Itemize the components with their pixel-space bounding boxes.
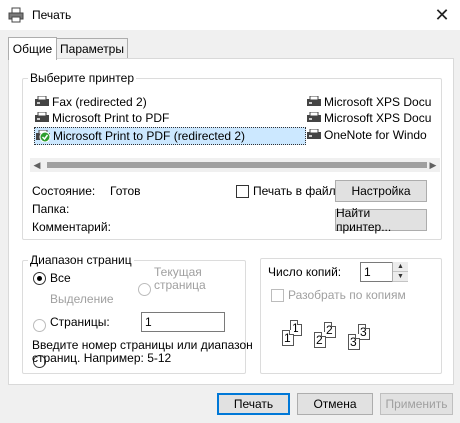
printer-name: Microsoft Print to PDF: [52, 111, 170, 125]
printer-icon: [306, 95, 322, 108]
scrollbar-thumb[interactable]: [47, 162, 427, 168]
spin-down-icon[interactable]: ▼: [393, 272, 408, 282]
printer-icon: [8, 7, 24, 23]
tab-parameters[interactable]: Параметры: [56, 38, 128, 59]
scroll-left-icon[interactable]: ◀: [30, 158, 44, 172]
printer-icon: [306, 128, 322, 141]
status-value: Готов: [110, 184, 141, 198]
printer-name: OneNote for Windo: [324, 128, 427, 142]
apply-button[interactable]: Применить: [380, 393, 453, 415]
printer-group-legend: Выберите принтер: [28, 71, 136, 85]
current-page-label-line2: страница: [154, 278, 206, 292]
printer-item-pdf[interactable]: Microsoft Print to PDF: [34, 110, 306, 126]
page-range-hint-line2: страниц. Например: 5-12: [32, 351, 172, 365]
settings-button[interactable]: Настройка: [335, 180, 427, 202]
find-printer-button[interactable]: Найти принтер...: [335, 206, 427, 234]
print-to-file-label: Печать в файл: [253, 184, 336, 198]
tab-general[interactable]: Общие: [8, 37, 57, 60]
status-label: Состояние:: [32, 184, 96, 198]
printer-icon: [306, 111, 322, 124]
cancel-button[interactable]: Отмена: [297, 393, 373, 415]
tab-label: Параметры: [60, 42, 124, 56]
selection-radio[interactable]: [33, 319, 46, 332]
close-icon: ✕: [434, 4, 450, 25]
title-bar: Печать ✕: [0, 0, 460, 30]
collate-checkbox[interactable]: [271, 289, 284, 302]
page-range-hint-line1: Введите номер страницы или диапазон: [32, 338, 253, 352]
collate-illustration: 1 1 2 2 3 3: [280, 318, 380, 354]
window-title: Печать: [32, 8, 72, 22]
print-button[interactable]: Печать: [217, 393, 290, 415]
printer-list-scrollbar[interactable]: ◀ ▶: [30, 158, 440, 172]
all-pages-radio[interactable]: [33, 272, 46, 285]
pages-label: Страницы:: [50, 315, 110, 329]
current-page-label: Текущая: [154, 265, 202, 279]
printer-name: Microsoft XPS Docu: [324, 95, 432, 109]
pages-input[interactable]: 1: [141, 312, 225, 332]
page-range-legend: Диапазон страниц: [28, 253, 134, 267]
printer-icon: [34, 111, 50, 124]
printer-item-fax[interactable]: Fax (redirected 2): [34, 94, 306, 110]
printer-item-xps-2[interactable]: Microsoft XPS Docu: [306, 110, 440, 126]
default-printer-icon: [35, 129, 51, 143]
comment-label: Комментарий:: [32, 220, 111, 234]
copies-label: Число копий:: [268, 265, 342, 279]
printer-item-xps-1[interactable]: Microsoft XPS Docu: [306, 94, 440, 110]
printer-name: Microsoft Print to PDF (redirected 2): [53, 129, 246, 143]
close-button[interactable]: ✕: [424, 0, 460, 30]
current-page-radio[interactable]: [138, 283, 151, 296]
page-icon: 3: [348, 334, 360, 350]
collate-label: Разобрать по копиям: [288, 288, 406, 302]
folder-label: Папка:: [32, 202, 70, 216]
printer-icon: [34, 95, 50, 108]
printer-item-pdf-redirected[interactable]: Microsoft Print to PDF (redirected 2): [34, 127, 306, 145]
all-pages-label: Все: [50, 271, 71, 285]
selection-label: Выделение: [50, 292, 114, 306]
scroll-right-icon[interactable]: ▶: [426, 158, 440, 172]
copies-value: 1: [364, 265, 371, 279]
printer-item-onenote[interactable]: OneNote for Windo: [306, 127, 440, 143]
print-to-file-checkbox[interactable]: [236, 185, 249, 198]
page-icon: 2: [314, 332, 326, 348]
printer-name: Microsoft XPS Docu: [324, 111, 432, 125]
printer-name: Fax (redirected 2): [52, 95, 147, 109]
copies-spinner[interactable]: ▲ ▼: [392, 262, 408, 282]
tab-label: Общие: [12, 42, 53, 56]
page-icon: 1: [282, 330, 294, 346]
spin-up-icon[interactable]: ▲: [393, 262, 408, 272]
